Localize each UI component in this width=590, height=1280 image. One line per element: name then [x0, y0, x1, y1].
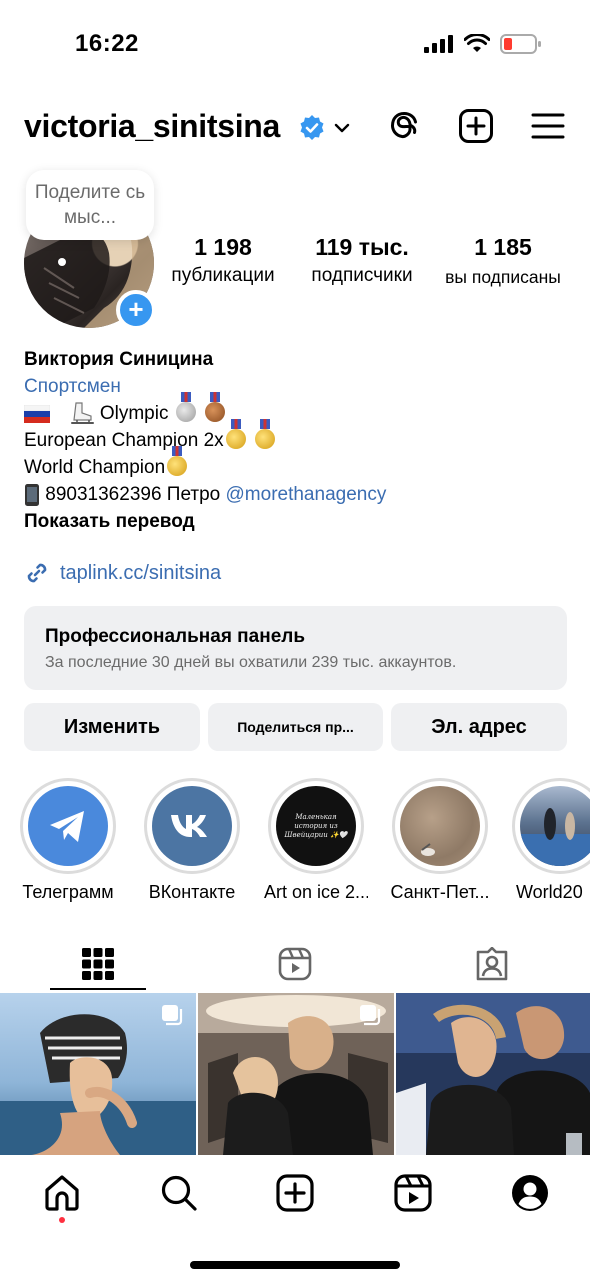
stat-posts-label: публикации: [171, 265, 275, 286]
bio-phone-text: 89031362396 Петро: [45, 484, 221, 505]
wifi-icon: [464, 34, 490, 52]
reels-icon[interactable]: [393, 1173, 433, 1213]
highlight-world20[interactable]: World20: [512, 778, 590, 903]
tagged-user-icon: [476, 947, 508, 981]
external-link-text: taplink.cc/sinitsina: [60, 561, 222, 584]
profile-header: victoria_sinitsina: [0, 100, 590, 156]
bio-line-world: World Champion: [24, 446, 569, 481]
link-chain-icon: [27, 563, 47, 583]
create-plus-icon[interactable]: [458, 108, 494, 144]
post-thumbnail[interactable]: [198, 993, 394, 1155]
stat-posts[interactable]: 1 198 публикации: [160, 234, 286, 287]
highlight-art-on-ice[interactable]: Маленькая история из Швейцарии ✨🤍 Art on…: [264, 778, 368, 903]
ice-skate-icon: [70, 402, 94, 424]
mention-link[interactable]: @morethanagency: [226, 484, 387, 505]
username-switcher[interactable]: victoria_sinitsina: [24, 108, 280, 145]
active-tab-indicator: [50, 988, 146, 990]
home-indicator: [190, 1261, 400, 1269]
russian-flag-icon: [24, 404, 50, 423]
external-link[interactable]: taplink.cc/sinitsina: [24, 560, 221, 586]
menu-icon[interactable]: [530, 108, 566, 144]
multiple-photos-icon: [162, 1005, 183, 1026]
stat-posts-value: 1 198: [194, 234, 252, 260]
bottom-navigation: [0, 1155, 590, 1280]
stat-followers-value: 119 тыс.: [315, 234, 409, 260]
note-bubble[interactable]: Поделите сь мыс...: [26, 170, 154, 240]
gold-medal-icon: [254, 419, 275, 449]
chevron-down-icon[interactable]: [332, 118, 352, 138]
highlight-label: Телеграмм: [22, 882, 114, 902]
notification-dot: [59, 1217, 65, 1223]
professional-dashboard-subtitle: За последние 30 дней вы охватили 239 тыс…: [45, 654, 457, 671]
search-icon[interactable]: [159, 1173, 199, 1213]
bio-olympic-text: Olympic: [99, 403, 169, 424]
highlight-label: ВКонтакте: [148, 882, 236, 902]
vk-icon: [152, 786, 232, 866]
telegram-icon: [28, 786, 108, 866]
bio-line-european: European Champion 2x: [24, 419, 569, 454]
bronze-medal-icon: [205, 392, 226, 422]
stat-following[interactable]: 1 185 вы подписаны: [436, 234, 570, 288]
stat-followers-label: подписчики: [311, 265, 413, 286]
grid-icon: [82, 948, 114, 980]
stat-followers[interactable]: 119 тыс. подписчики: [298, 234, 426, 287]
highlight-label: World20: [516, 882, 583, 902]
share-profile-button[interactable]: Поделиться пр...: [208, 703, 383, 751]
highlight-label: Санкт-Пет...: [390, 882, 490, 902]
tab-posts-grid[interactable]: [50, 936, 146, 992]
threads-icon[interactable]: [386, 108, 422, 144]
highlight-vkontakte[interactable]: ВКонтакте: [142, 778, 242, 903]
battery-icon: [500, 34, 541, 54]
gold-medal-icon: [167, 446, 188, 476]
highlight-cover-image: [520, 786, 590, 866]
status-icons: [424, 34, 542, 54]
edit-profile-button[interactable]: Изменить: [24, 703, 200, 751]
reels-icon: [278, 947, 312, 981]
status-bar: 16:22: [0, 0, 590, 90]
profile-bio: Виктория Синицина Спортсмен Olympic Euro…: [24, 346, 569, 535]
full-name: Виктория Синицина: [24, 349, 214, 370]
highlight-telegram[interactable]: Телеграмм: [18, 778, 118, 903]
professional-dashboard-title: Профессиональная панель: [45, 626, 306, 647]
note-bubble-tail: [58, 258, 66, 266]
profile-icon[interactable]: [510, 1173, 550, 1213]
verified-badge-icon: [300, 115, 324, 140]
category-label: Спортсмен: [24, 376, 121, 397]
post-thumbnail[interactable]: [396, 993, 590, 1155]
gold-medal-icon: [225, 419, 246, 449]
stat-following-value: 1 185: [474, 234, 532, 260]
bio-european-text: European Champion 2x: [24, 430, 224, 451]
post-image: [396, 993, 590, 1155]
bio-line-contact: 89031362396 Петро @morethanagency: [24, 481, 569, 508]
tab-reels[interactable]: [247, 936, 343, 992]
create-icon[interactable]: [275, 1173, 315, 1213]
add-story-plus-icon[interactable]: +: [116, 290, 156, 330]
post-thumbnail[interactable]: [0, 993, 196, 1155]
show-translation-link[interactable]: Показать перевод: [24, 508, 569, 535]
status-time: 16:22: [75, 30, 139, 57]
bio-line-olympic: Olympic: [24, 392, 569, 427]
bio-world-text: World Champion: [24, 457, 166, 478]
email-button[interactable]: Эл. адрес: [391, 703, 567, 751]
silver-medal-icon: [175, 392, 196, 422]
highlight-saint-petersburg[interactable]: Санкт-Пет...: [388, 778, 492, 903]
highlight-label: Art on ice 2...: [264, 882, 368, 902]
mobile-phone-icon: [25, 483, 39, 506]
highlight-cover-text: Маленькая история из Швейцарии ✨🤍: [284, 812, 348, 839]
professional-dashboard[interactable]: Профессиональная панель За последние 30 …: [24, 606, 567, 690]
highlight-cover-image: [400, 786, 480, 866]
multiple-photos-icon: [360, 1005, 381, 1026]
cellular-signal-icon: [424, 35, 453, 53]
home-icon[interactable]: [42, 1173, 82, 1213]
tab-tagged[interactable]: [444, 936, 540, 992]
stat-following-label: вы подписаны: [445, 267, 561, 287]
